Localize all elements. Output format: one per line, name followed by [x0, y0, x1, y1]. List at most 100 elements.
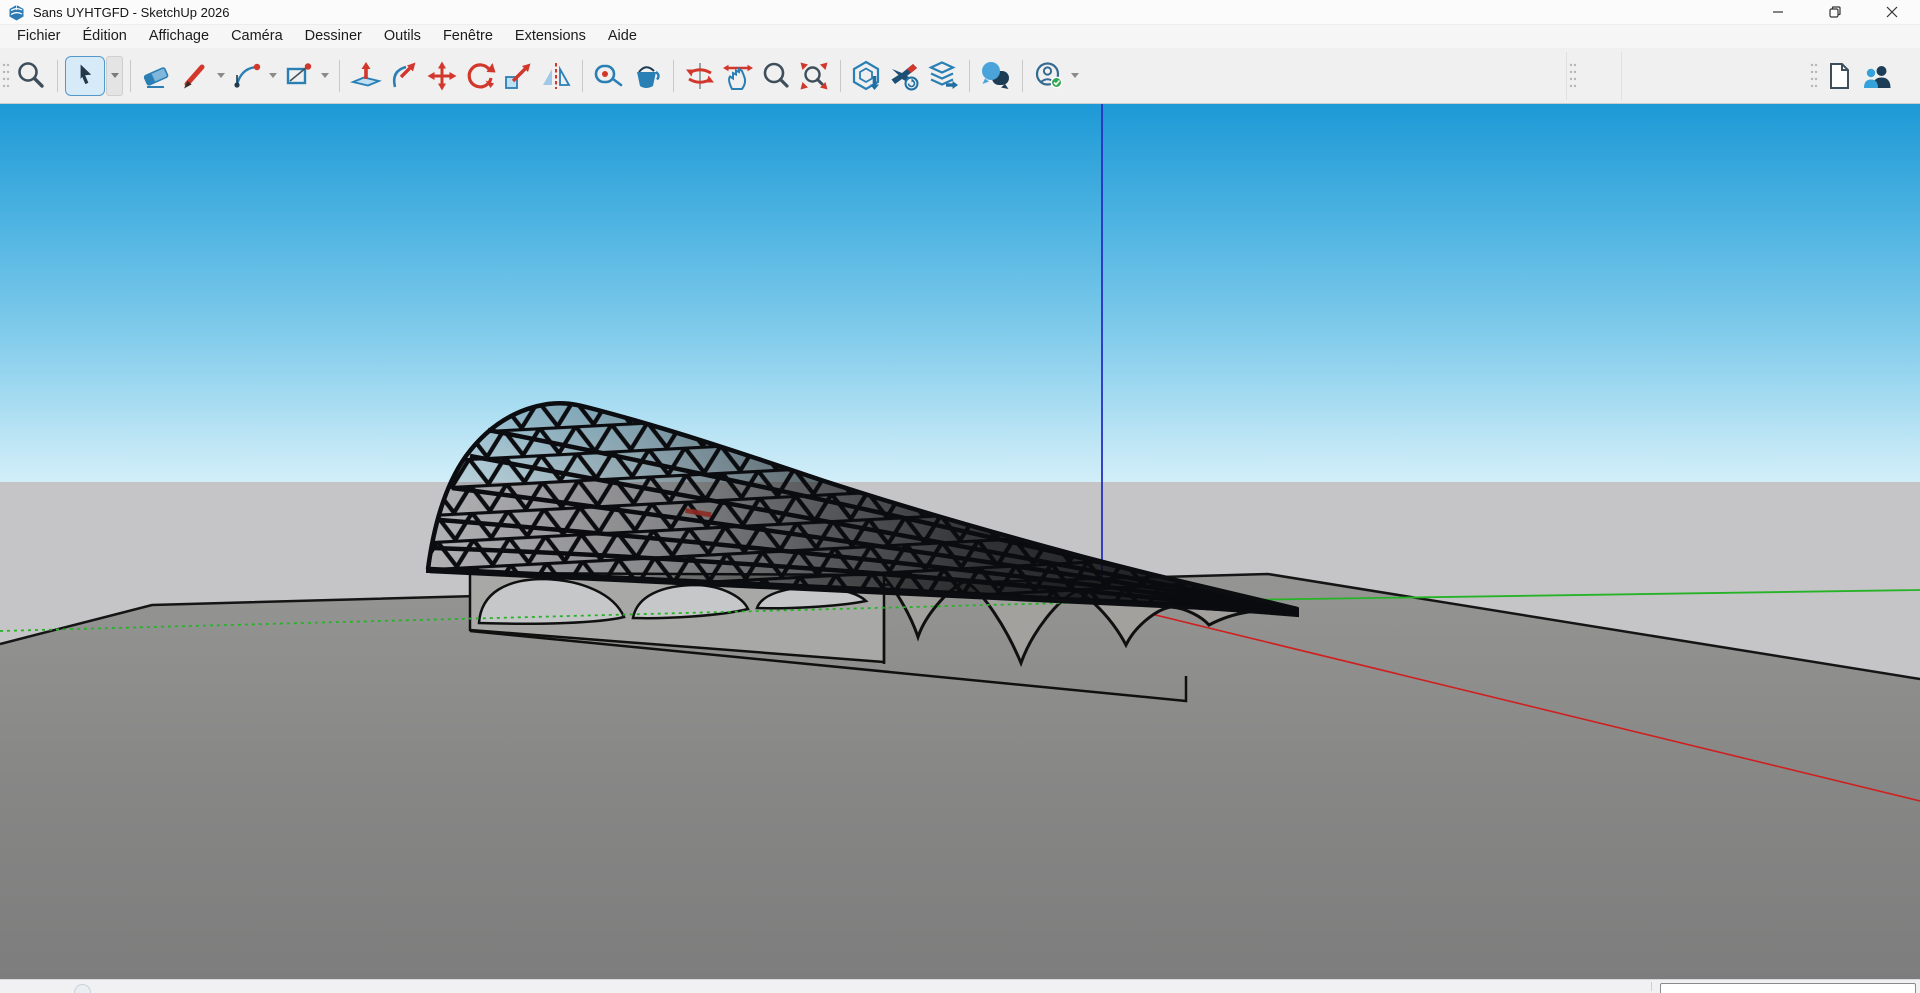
orbit-icon: [683, 59, 717, 93]
flip-icon: [539, 59, 573, 93]
paint-bucket-button[interactable]: [628, 57, 666, 95]
collaborators-button[interactable]: [1858, 57, 1896, 95]
select-tool-group: [65, 56, 123, 96]
orbit-button[interactable]: [681, 57, 719, 95]
toolbar-separator: [339, 60, 340, 92]
rectangle-dropdown-button[interactable]: [318, 57, 332, 95]
toolbar-separator: [57, 60, 58, 92]
title-bar: Sans UYHTGFD - SketchUp 2026: [0, 0, 1920, 25]
account-dropdown-button[interactable]: [1068, 57, 1082, 95]
move-icon: [425, 59, 459, 93]
extension-warehouse-button[interactable]: [886, 57, 924, 95]
pencil-icon: [178, 59, 212, 93]
pan-icon: [721, 59, 755, 93]
zoom-icon: [759, 59, 793, 93]
menu-fenetre[interactable]: Fenêtre: [432, 25, 504, 48]
zoom-extents-icon: [797, 59, 831, 93]
chevron-down-icon: [269, 73, 277, 78]
move-button[interactable]: [423, 57, 461, 95]
menu-affichage[interactable]: Affichage: [138, 25, 220, 48]
menu-aide[interactable]: Aide: [597, 25, 648, 48]
extension-warehouse-icon: [888, 59, 922, 93]
share-model-icon: [926, 59, 960, 93]
follow-me-button[interactable]: [385, 57, 423, 95]
3d-warehouse-button[interactable]: [848, 57, 886, 95]
toolbar-separator: [582, 60, 583, 92]
arc-dropdown-button[interactable]: [266, 57, 280, 95]
window-title: Sans UYHTGFD - SketchUp 2026: [33, 5, 230, 20]
toolbar-grip[interactable]: [0, 59, 12, 93]
arc-icon: [230, 59, 264, 93]
rotate-icon: [463, 59, 497, 93]
help-icon[interactable]: [74, 984, 91, 993]
minimize-button[interactable]: [1749, 0, 1806, 24]
menu-dessiner[interactable]: Dessiner: [294, 25, 373, 48]
account-button[interactable]: [1030, 57, 1068, 95]
chat-button[interactable]: [977, 57, 1015, 95]
person-front: [1864, 68, 1878, 87]
chevron-down-icon: [217, 73, 225, 78]
restore-icon: [1829, 6, 1841, 18]
terrain: [0, 574, 1920, 979]
zoom-extents-button[interactable]: [795, 57, 833, 95]
menu-camera[interactable]: Caméra: [220, 25, 294, 48]
people-icon: [1860, 59, 1894, 93]
rectangle-icon: [282, 59, 316, 93]
close-icon: [1886, 6, 1898, 18]
chevron-down-icon: [111, 73, 119, 78]
menu-edition[interactable]: Édition: [72, 25, 138, 48]
viewport-3d[interactable]: [0, 104, 1920, 979]
pan-button[interactable]: [719, 57, 757, 95]
toolbar-separator: [673, 60, 674, 92]
document-icon: [1822, 59, 1856, 93]
measurements-input[interactable]: [1660, 983, 1916, 993]
flip-button[interactable]: [537, 57, 575, 95]
new-document-button[interactable]: [1820, 57, 1858, 95]
push-pull-button[interactable]: [347, 57, 385, 95]
scale-icon: [501, 59, 535, 93]
toolbar-grip[interactable]: [1808, 59, 1820, 93]
follow-me-icon: [387, 59, 421, 93]
menu-outils[interactable]: Outils: [373, 25, 432, 48]
eraser-icon: [140, 59, 174, 93]
rectangle-button[interactable]: [280, 57, 318, 95]
pencil-button[interactable]: [176, 57, 214, 95]
main-toolbar: [0, 48, 1920, 104]
zoom-button[interactable]: [757, 57, 795, 95]
tape-measure-icon: [592, 59, 626, 93]
eraser-button[interactable]: [138, 57, 176, 95]
toolbar-separator: [1022, 60, 1023, 92]
toolbar-separator: [130, 60, 131, 92]
account-icon: [1032, 59, 1066, 93]
restore-button[interactable]: [1806, 0, 1863, 24]
sketchup-logo-icon: [8, 4, 25, 21]
select-button[interactable]: [65, 56, 105, 96]
menu-extensions[interactable]: Extensions: [504, 25, 597, 48]
select-dropdown-button[interactable]: [106, 56, 123, 96]
menu-fichier[interactable]: Fichier: [6, 25, 72, 48]
chevron-down-icon: [321, 73, 329, 78]
paint-bucket-icon: [630, 59, 664, 93]
chat-icon: [979, 59, 1013, 93]
zoom-window-button[interactable]: [12, 57, 50, 95]
statusbar-resize-grip[interactable]: [1651, 982, 1652, 991]
3d-warehouse-icon: [850, 59, 884, 93]
toolbar-separator: [840, 60, 841, 92]
pencil-dropdown-button[interactable]: [214, 57, 228, 95]
toolbar-separator: [969, 60, 970, 92]
arc-button[interactable]: [228, 57, 266, 95]
toolbar-grip[interactable]: [1567, 59, 1579, 93]
sky: [0, 104, 1920, 483]
select-cursor-icon: [70, 61, 100, 91]
zoom-window-icon: [14, 59, 48, 93]
share-model-button[interactable]: [924, 57, 962, 95]
toolbar-divider: [1621, 52, 1622, 100]
minimize-icon: [1772, 6, 1784, 18]
close-button[interactable]: [1863, 0, 1920, 24]
push-pull-icon: [349, 59, 383, 93]
scale-button[interactable]: [499, 57, 537, 95]
tape-measure-button[interactable]: [590, 57, 628, 95]
rotate-button[interactable]: [461, 57, 499, 95]
chevron-down-icon: [1071, 73, 1079, 78]
menu-bar: Fichier Édition Affichage Caméra Dessine…: [0, 25, 1920, 48]
